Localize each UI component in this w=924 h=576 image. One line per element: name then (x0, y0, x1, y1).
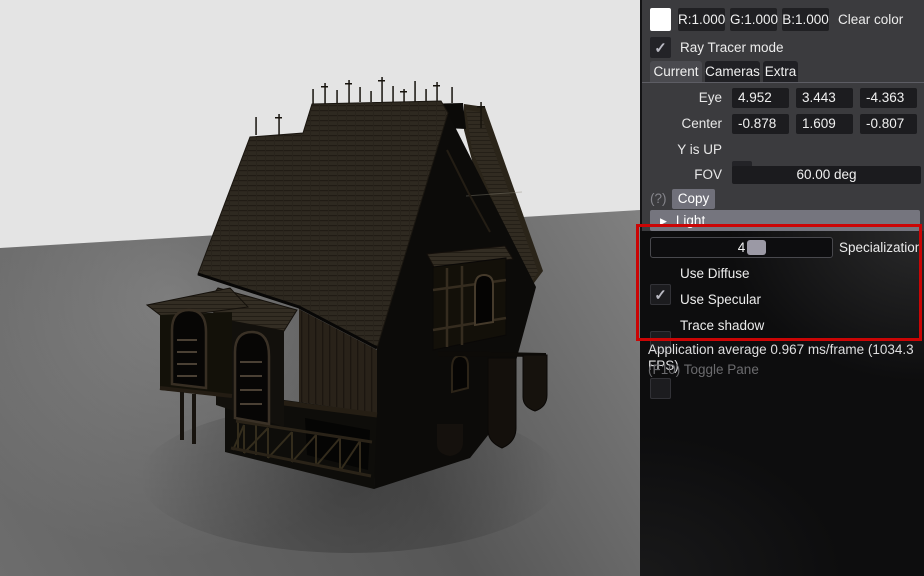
use-specular-label: Use Specular (680, 289, 761, 310)
light-section-label: Light (676, 213, 705, 228)
settings-panel-top: R:1.000 G:1.000 B:1.000 Clear color ✓ Ra… (640, 0, 924, 231)
center-x-field[interactable]: -0.878 (732, 114, 789, 134)
eye-label: Eye (642, 88, 722, 108)
ray-tracer-mode-label: Ray Tracer mode (680, 37, 784, 58)
y-is-up-label: Y is UP (642, 140, 722, 160)
trace-shadow-checkbox[interactable]: ✓ (650, 378, 671, 399)
settings-panel: R:1.000 G:1.000 B:1.000 Clear color ✓ Ra… (640, 0, 924, 576)
settings-panel-bottom: 4 Specialization ✓ Use Diffuse ✓ Use Spe… (640, 231, 924, 576)
slider-grab[interactable] (747, 240, 766, 255)
tab-extra[interactable]: Extra (763, 61, 798, 82)
use-diffuse-label: Use Diffuse (680, 263, 750, 284)
light-section-header[interactable]: ▶ Light (650, 210, 920, 231)
specialization-value: 4 (738, 240, 746, 255)
center-label: Center (642, 114, 722, 134)
scene-render (0, 0, 640, 576)
checkmark-icon: ✓ (650, 37, 671, 58)
center-z-field[interactable]: -0.807 (860, 114, 917, 134)
chevron-right-icon: ▶ (660, 216, 667, 226)
green-value-button[interactable]: G:1.000 (730, 8, 777, 31)
eye-z-field[interactable]: -4.363 (860, 88, 917, 108)
app-window: R:1.000 G:1.000 B:1.000 Clear color ✓ Ra… (0, 0, 924, 576)
tab-underline (642, 82, 924, 83)
fov-label: FOV (642, 165, 722, 185)
tab-current[interactable]: Current (650, 61, 702, 82)
fov-slider[interactable]: 60.00 deg (732, 166, 921, 184)
viewport-3d[interactable] (0, 0, 640, 576)
red-value-button[interactable]: R:1.000 (678, 8, 725, 31)
eye-x-field[interactable]: 4.952 (732, 88, 789, 108)
checkmark-icon: ✓ (650, 284, 671, 305)
use-diffuse-checkbox[interactable]: ✓ (650, 284, 671, 305)
tab-cameras[interactable]: Cameras (705, 61, 760, 82)
blue-value-button[interactable]: B:1.000 (782, 8, 829, 31)
toggle-pane-hint: (F10) Toggle Pane (648, 362, 759, 378)
center-y-field[interactable]: 1.609 (796, 114, 853, 134)
specialization-slider[interactable]: 4 (650, 237, 833, 258)
eye-y-field[interactable]: 3.443 (796, 88, 853, 108)
clear-color-label: Clear color (838, 8, 903, 31)
trace-shadow-label: Trace shadow (680, 315, 764, 336)
copy-button[interactable]: Copy (672, 189, 715, 209)
specialization-label: Specialization (839, 237, 922, 258)
help-marker: (?) (650, 189, 667, 209)
color-swatch[interactable] (650, 8, 671, 31)
ray-tracer-mode-checkbox[interactable]: ✓ (650, 37, 671, 58)
